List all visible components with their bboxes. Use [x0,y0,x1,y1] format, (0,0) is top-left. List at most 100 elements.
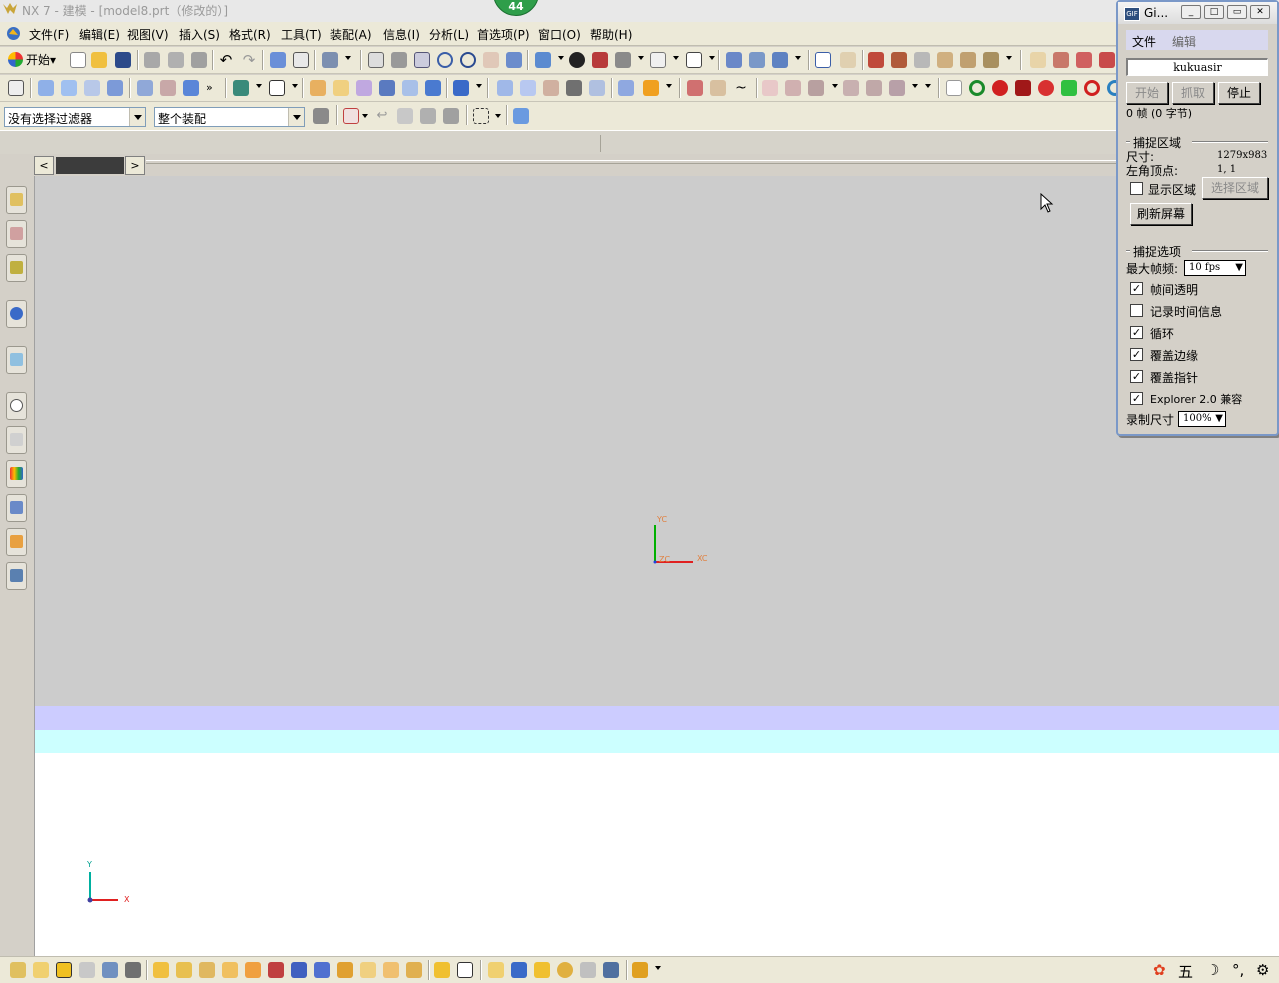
palette-button[interactable] [6,460,27,488]
torus-red-icon[interactable] [1084,80,1100,96]
zoom-window-icon[interactable] [391,52,407,68]
orient-view-icon[interactable] [535,52,551,68]
menu-window[interactable]: 窗口(O) [538,26,581,43]
start-button[interactable]: 开始▾ [8,51,56,68]
tube-green-icon[interactable] [1061,80,1077,96]
snap-point-icon[interactable] [749,52,765,68]
hole-icon[interactable] [137,80,153,96]
curve-tool-icon[interactable] [687,80,703,96]
snap-point-settings-icon[interactable] [343,108,359,124]
spline-curve-icon[interactable]: ~ [733,80,749,96]
reuse-library-button[interactable] [6,300,27,328]
select-icon[interactable] [815,52,831,68]
max-fps-select[interactable]: 10 fps ▼ [1184,260,1246,276]
roles-button[interactable] [6,528,27,556]
chevron-down-icon[interactable] [129,108,145,126]
dropdown-arrow[interactable] [495,114,501,118]
sew-icon[interactable] [618,80,634,96]
measure-angle-icon[interactable] [914,52,930,68]
redo-icon[interactable]: ↷ [241,52,257,68]
rotate-icon[interactable] [460,52,476,68]
cut-icon[interactable] [144,52,160,68]
measure-icon[interactable] [868,52,884,68]
cube-blue-icon[interactable] [513,108,529,124]
dropdown-arrow[interactable] [345,56,351,60]
dropdown-arrow[interactable] [1006,56,1012,60]
menu-view[interactable]: 视图(V) [127,26,169,43]
snap-edge-icon[interactable] [772,52,788,68]
option-checkbox-1[interactable] [1130,304,1143,317]
ime-wubi-label[interactable]: 五 [1178,961,1193,982]
rectangle-select-icon[interactable] [473,108,489,124]
surface-2-icon[interactable] [520,80,536,96]
thicken-icon[interactable] [643,80,659,96]
new-file-icon[interactable] [70,52,86,68]
restore-button[interactable]: ▭ [1227,5,1247,19]
edge-blend-icon[interactable] [310,80,326,96]
spline-icon[interactable] [1099,52,1115,68]
measure-distance-icon[interactable] [891,52,907,68]
dropdown-arrow[interactable] [709,56,715,60]
dropdown-arrow[interactable] [292,84,298,88]
assembly-navigator-button[interactable] [6,186,27,214]
part-navigator-button[interactable] [6,254,27,282]
chamfer-icon[interactable] [333,80,349,96]
option-checkbox-3[interactable]: ✓ [1130,348,1143,361]
dropdown-arrow[interactable] [795,56,801,60]
process-studio-button[interactable] [6,494,27,522]
option-checkbox-5[interactable]: ✓ [1130,392,1143,405]
dropdown-arrow[interactable] [925,84,931,88]
scroll-left-button[interactable]: < [34,156,54,175]
dropdown-arrow[interactable] [256,84,262,88]
curve-edit-icon[interactable] [710,80,726,96]
revolve-icon[interactable] [61,80,77,96]
capture-menu-file[interactable]: 文件 [1132,33,1156,50]
shaded-icon[interactable] [569,52,585,68]
dropdown-arrow[interactable] [912,84,918,88]
pan-icon[interactable] [483,52,499,68]
render-style-icon[interactable] [592,52,608,68]
tube-icon[interactable] [107,80,123,96]
lock-icon[interactable] [534,962,550,978]
boss-icon[interactable] [160,80,176,96]
offset-face-icon[interactable] [402,80,418,96]
capture-stop-button[interactable]: 停止 [1218,82,1260,104]
paste-icon[interactable] [191,52,207,68]
explode-icon[interactable] [199,962,215,978]
add-component-icon[interactable] [33,962,49,978]
find-component-icon[interactable] [360,962,376,978]
menu-assembly[interactable]: 装配(A) [330,26,372,43]
zoom-icon[interactable] [414,52,430,68]
fit-icon[interactable] [368,52,384,68]
load-options-icon[interactable] [488,962,504,978]
pattern-icon[interactable] [453,80,469,96]
dropdown-arrow[interactable] [638,56,644,60]
menu-information[interactable]: 信息(I) [383,26,420,43]
move-component-icon[interactable] [125,962,141,978]
selection-icon[interactable] [322,52,338,68]
trim-icon[interactable] [840,52,856,68]
reorder-icon[interactable] [866,80,882,96]
menu-file[interactable]: 文件(F) [29,26,69,43]
mesh-2-icon[interactable] [566,80,582,96]
chain-icon[interactable] [420,108,436,124]
gear-red-icon[interactable] [992,80,1008,96]
dropdown-arrow[interactable] [362,114,368,118]
wave-icon[interactable] [268,962,284,978]
edit-feature-icon[interactable] [762,80,778,96]
mirror-assembly-icon[interactable] [102,962,118,978]
sketch-icon[interactable] [270,52,286,68]
save-assembly-icon[interactable] [511,962,527,978]
layout-icon[interactable] [650,52,666,68]
option-checkbox-0[interactable]: ✓ [1130,282,1143,295]
scroll-right-button[interactable]: > [125,156,145,175]
web-browser-button[interactable] [6,346,27,374]
dropdown-arrow[interactable] [655,966,661,970]
hide-component-icon[interactable] [603,962,619,978]
constraint-icon[interactable] [176,962,192,978]
datum-plane-icon[interactable] [269,80,285,96]
dropdown-arrow[interactable] [558,56,564,60]
assembly-icon[interactable] [10,962,26,978]
system-scenes-button[interactable] [6,562,27,590]
assembly-cut-icon[interactable] [632,962,648,978]
